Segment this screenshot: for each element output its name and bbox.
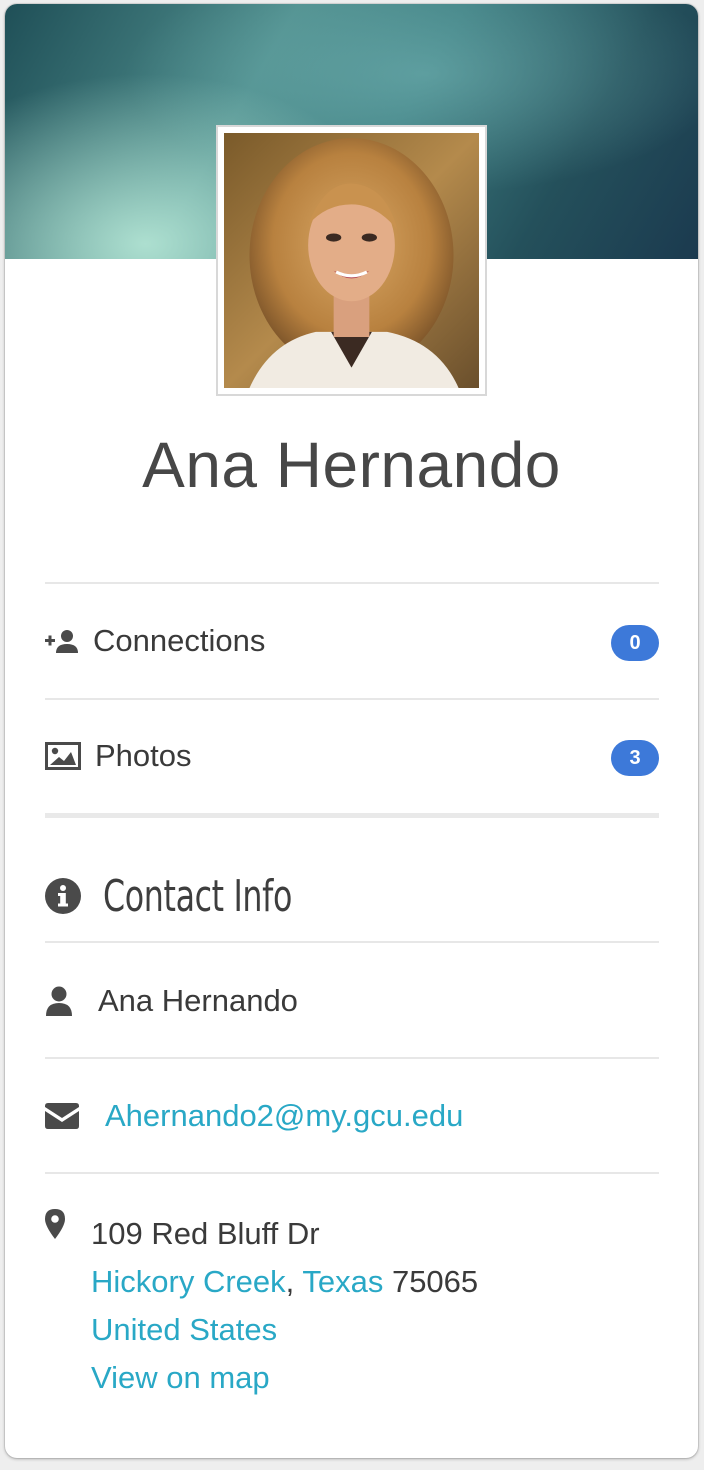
divider [45,941,659,943]
divider [45,698,659,700]
connections-label: Connections [93,623,266,658]
profile-name: Ana Hernando [142,429,561,501]
address-separator: , [285,1264,295,1299]
divider [45,582,659,584]
map-pin-icon [45,1209,65,1244]
photos-row[interactable]: Photos 3 [45,726,659,786]
contact-name: Ana Hernando [98,983,298,1018]
avatar-image [224,133,479,388]
contact-info-title: Contact Info [103,870,292,922]
contact-info-header: Contact Info [45,866,659,926]
connections-count-badge: 0 [611,625,659,661]
envelope-icon [45,1103,105,1129]
avatar[interactable] [216,125,487,396]
divider [45,1057,659,1059]
divider [45,1172,659,1174]
photos-count-badge: 3 [611,740,659,776]
contact-name-row: Ana Hernando [45,971,659,1031]
image-icon [45,742,95,770]
profile-card: Ana Hernando Connections 0 Photos 3 Cont… [5,4,698,1458]
state-link[interactable]: Texas [302,1264,383,1299]
connections-row[interactable]: Connections 0 [45,611,659,671]
address-zip: 75065 [391,1264,479,1299]
view-on-map-link[interactable]: View on map [91,1360,270,1395]
section-divider [45,813,659,818]
email-link[interactable]: Ahernando2@my.gcu.edu [105,1098,463,1134]
photos-label: Photos [95,738,192,773]
add-user-icon [45,628,93,654]
address-city-line: Hickory Creek, Texas 75065 [91,1258,478,1306]
user-icon [45,986,98,1016]
address-street: 109 Red Bluff Dr [91,1216,320,1251]
email-row: Ahernando2@my.gcu.edu [45,1086,659,1146]
info-icon [45,878,103,914]
city-link[interactable]: Hickory Creek [91,1264,286,1299]
country-link[interactable]: United States [91,1312,277,1347]
address-block: 109 Red Bluff Dr Hickory Creek, Texas 75… [91,1210,478,1402]
